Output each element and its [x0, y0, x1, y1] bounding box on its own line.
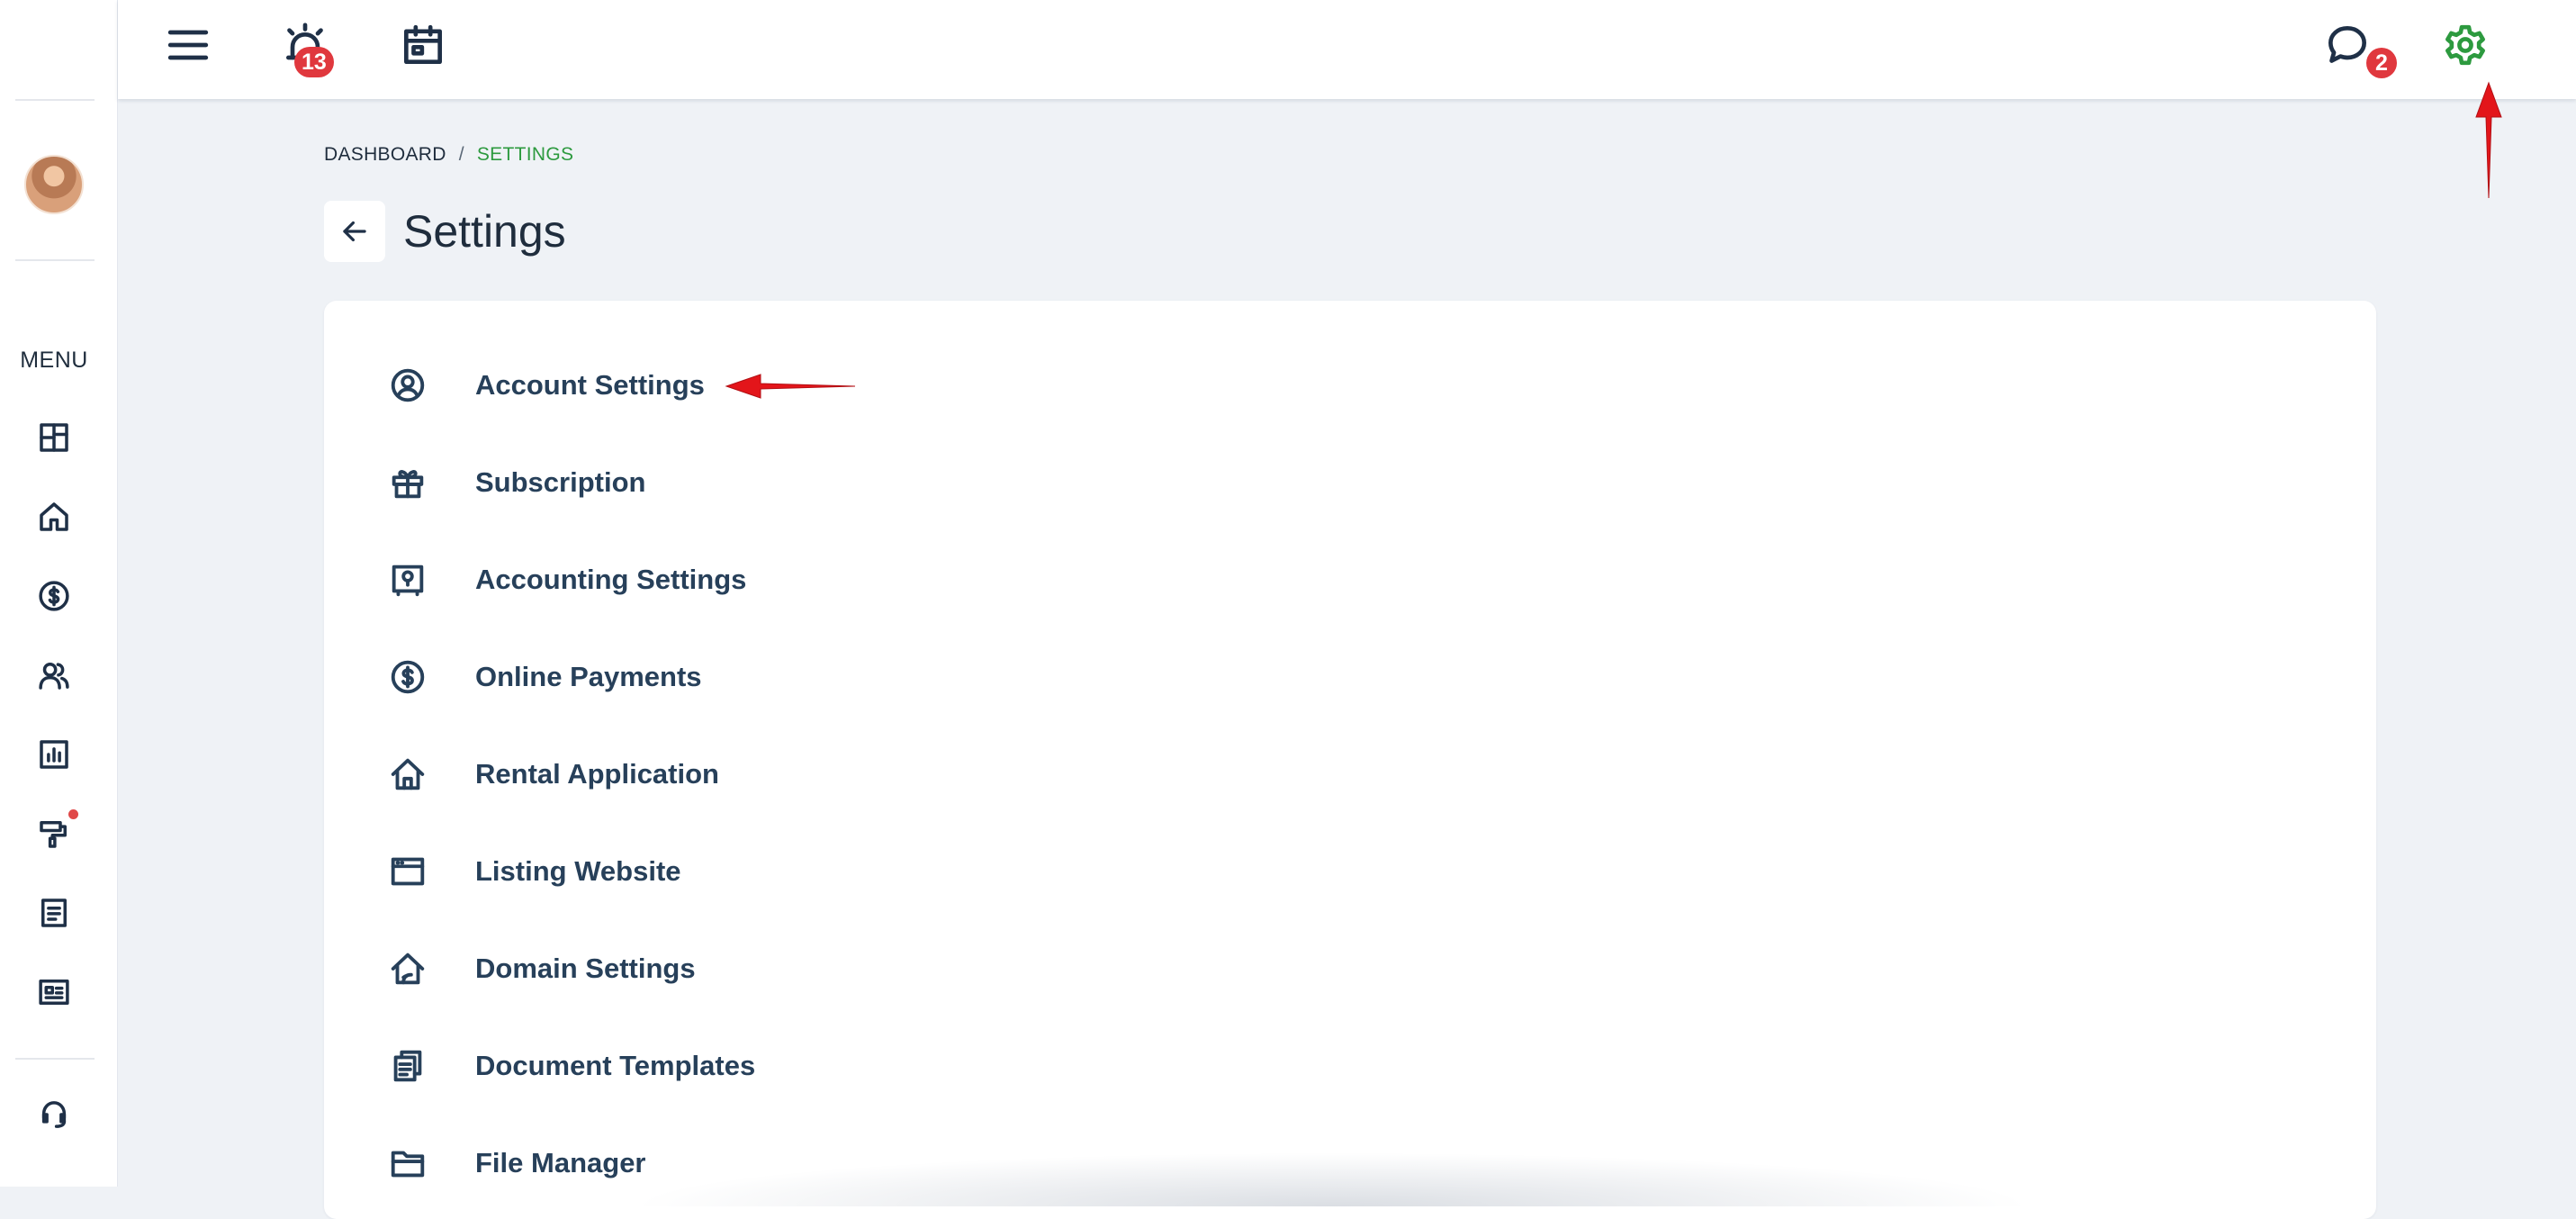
- settings-list-card: Account Settings Subscription Accounting…: [324, 301, 2376, 1219]
- sidebar-divider: [15, 99, 95, 101]
- chat-bubble-icon[interactable]: [2322, 20, 2373, 70]
- chart-icon[interactable]: [35, 736, 73, 773]
- paint-roller-icon[interactable]: [35, 815, 73, 853]
- breadcrumb-current: SETTINGS: [476, 144, 574, 165]
- menu-label: MENU: [20, 348, 88, 373]
- dollar-icon[interactable]: [35, 577, 73, 615]
- safe-icon: [387, 559, 428, 600]
- settings-item-label: File Manager: [475, 1147, 646, 1178]
- document-icon[interactable]: [35, 894, 73, 932]
- breadcrumb: DASHBOARD / SETTINGS: [324, 144, 573, 166]
- top-bar: 13 2: [118, 0, 2576, 99]
- sidebar-divider: [15, 259, 95, 261]
- page-title: Settings: [403, 206, 566, 257]
- settings-item-label: Accounting Settings: [475, 564, 747, 595]
- settings-item-label: Subscription: [475, 466, 646, 498]
- settings-item-label: Rental Application: [475, 758, 719, 790]
- settings-item-label: Document Templates: [475, 1050, 756, 1081]
- settings-item-online-payments[interactable]: Online Payments: [387, 641, 1017, 713]
- settings-item-label: Listing Website: [475, 855, 681, 887]
- sidebar: MENU: [0, 0, 118, 1187]
- house-icon: [387, 754, 428, 795]
- messages-badge: 2: [2366, 48, 2397, 78]
- calendar-icon[interactable]: [398, 20, 448, 70]
- settings-item-subscription[interactable]: Subscription: [387, 447, 1017, 519]
- browser-window-icon: [387, 851, 428, 892]
- settings-item-document-templates[interactable]: Document Templates: [387, 1030, 1017, 1102]
- listing-card-icon[interactable]: [35, 973, 73, 1011]
- breadcrumb-separator: /: [458, 144, 464, 165]
- settings-item-domain-settings[interactable]: Domain Settings: [387, 933, 1017, 1005]
- settings-item-rental-application[interactable]: Rental Application: [387, 738, 1017, 810]
- layout-icon[interactable]: [35, 419, 73, 456]
- settings-item-account-settings[interactable]: Account Settings: [387, 349, 1017, 421]
- gift-icon: [387, 462, 428, 503]
- settings-item-label: Domain Settings: [475, 953, 696, 984]
- house-link-icon: [387, 948, 428, 989]
- user-circle-icon: [387, 365, 428, 406]
- documents-icon: [387, 1045, 428, 1087]
- settings-item-file-manager[interactable]: File Manager: [387, 1127, 1017, 1199]
- settings-item-label: Account Settings: [475, 369, 705, 401]
- folder-icon: [387, 1142, 428, 1184]
- settings-gear-icon[interactable]: [2440, 20, 2490, 70]
- breadcrumb-dashboard[interactable]: DASHBOARD: [324, 144, 446, 165]
- home-icon[interactable]: [35, 498, 73, 536]
- notifications-badge: 13: [294, 47, 334, 77]
- notification-dot: [68, 809, 78, 819]
- settings-item-listing-website[interactable]: Listing Website: [387, 835, 1017, 907]
- hamburger-menu-icon[interactable]: [163, 20, 213, 70]
- back-button[interactable]: [324, 201, 385, 262]
- users-icon[interactable]: [35, 656, 73, 694]
- settings-item-accounting-settings[interactable]: Accounting Settings: [387, 544, 1017, 616]
- sidebar-divider: [15, 1058, 95, 1060]
- settings-item-label: Online Payments: [475, 661, 702, 692]
- headset-icon[interactable]: [35, 1096, 73, 1133]
- arrow-left-icon: [343, 221, 366, 242]
- dollar-circle-icon: [387, 656, 428, 698]
- avatar[interactable]: [24, 155, 84, 214]
